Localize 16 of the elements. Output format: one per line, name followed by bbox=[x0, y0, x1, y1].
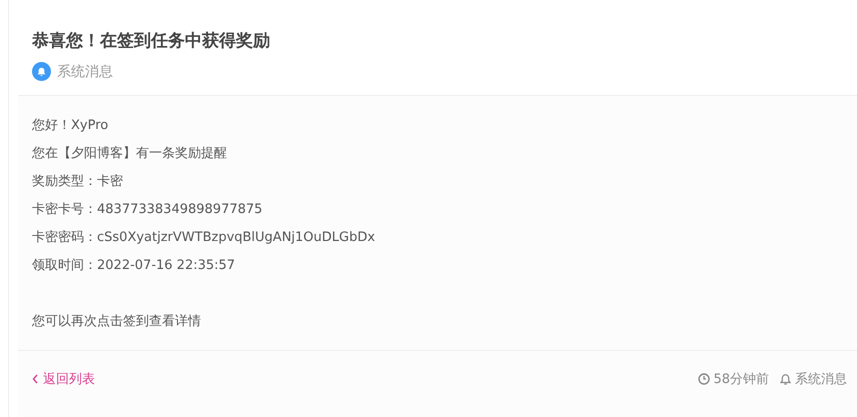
message-line: 卡密密码：cSs0XyatjzrVWTBzpvqBlUgANj1OuDLGbDx bbox=[32, 229, 376, 247]
message-line: 您在【夕阳博客】有一条奖励提醒 bbox=[32, 145, 228, 163]
message-line: 卡密卡号：48377338349898977875 bbox=[32, 201, 264, 219]
message-line: 领取时间：2022-07-16 22:35:57 bbox=[32, 257, 236, 275]
time-label: 58分钟前 bbox=[698, 370, 769, 388]
bell-icon bbox=[779, 372, 792, 386]
bell-icon bbox=[32, 62, 51, 81]
clock-icon bbox=[698, 373, 710, 385]
message-title: 恭喜您！在签到任务中获得奖励 bbox=[32, 30, 271, 52]
message-source: 系统消息 bbox=[57, 62, 113, 80]
message-line: 奖励类型：卡密 bbox=[32, 173, 124, 191]
message-line: 您可以再次点击签到查看详情 bbox=[32, 313, 202, 331]
category-label: 系统消息 bbox=[779, 370, 847, 388]
back-link[interactable]: 返回列表 bbox=[32, 370, 95, 388]
chevron-left-icon bbox=[32, 374, 39, 384]
message-line: 您好！XyPro bbox=[32, 117, 110, 135]
